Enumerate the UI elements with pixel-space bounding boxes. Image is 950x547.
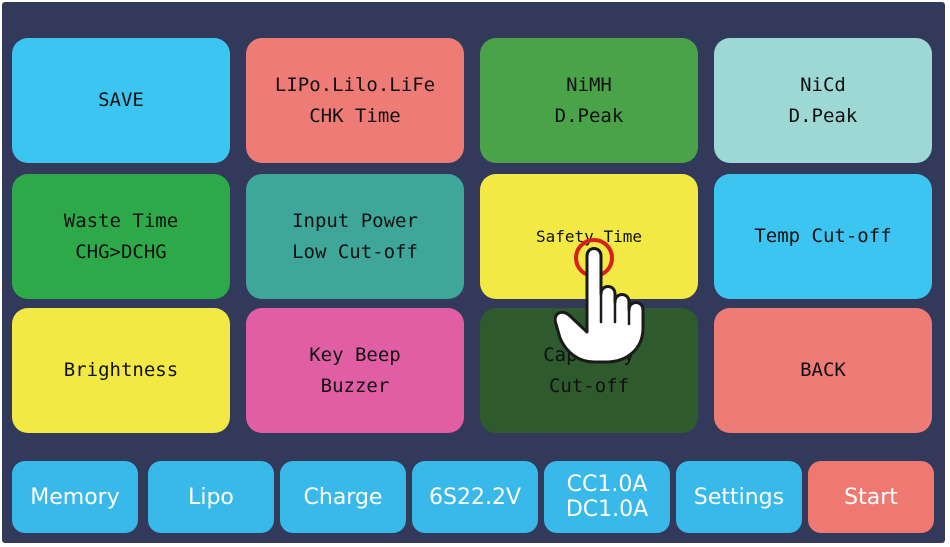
nimh-dpeak-label-2: D.Peak: [554, 104, 624, 127]
nicd-dpeak-button[interactable]: NiCd D.Peak: [714, 38, 932, 163]
input-power-cutoff-button[interactable]: Input Power Low Cut-off: [246, 174, 464, 299]
capacity-label-2: Cut-off: [548, 374, 630, 397]
settings-button[interactable]: Settings: [676, 461, 802, 533]
nimh-dpeak-label-1: NiMH: [566, 73, 612, 96]
save-label: SAVE: [98, 89, 144, 111]
waste-time-label-1: Waste Time: [63, 209, 179, 232]
memory-button[interactable]: Memory: [12, 461, 138, 533]
charge-current-label: CC1.0A: [566, 472, 648, 497]
key-beep-buzzer-button[interactable]: Key Beep Buzzer: [246, 308, 464, 433]
save-button[interactable]: SAVE: [12, 38, 230, 163]
battery-type-button[interactable]: Lipo: [148, 461, 274, 533]
key-beep-label-2: Buzzer: [320, 374, 390, 397]
cells-voltage-label: 6S22.2V: [429, 484, 521, 510]
input-power-label-2: Low Cut-off: [292, 240, 418, 263]
start-button[interactable]: Start: [808, 461, 934, 533]
cells-voltage-button[interactable]: 6S22.2V: [412, 461, 538, 533]
battery-type-label: Lipo: [188, 484, 234, 510]
temp-cutoff-label: Temp Cut-off: [754, 225, 892, 247]
waste-time-label-2: CHG>DCHG: [75, 240, 167, 263]
lipo-chk-time-label-2: CHK Time: [309, 104, 401, 127]
brightness-button[interactable]: Brightness: [12, 308, 230, 433]
settings-label: Settings: [693, 484, 785, 510]
back-button[interactable]: BACK: [714, 308, 932, 433]
temp-cutoff-button[interactable]: Temp Cut-off: [714, 174, 932, 299]
input-power-label-1: Input Power: [292, 209, 418, 232]
discharge-current-label: DC1.0A: [565, 497, 649, 522]
nicd-dpeak-label-2: D.Peak: [788, 104, 858, 127]
lipo-chk-time-button[interactable]: LIPo.Lilo.LiFe CHK Time: [246, 38, 464, 163]
brightness-label: Brightness: [63, 359, 179, 381]
memory-label: Memory: [30, 484, 120, 510]
nicd-dpeak-label-1: NiCd: [800, 73, 846, 96]
waste-time-button[interactable]: Waste Time CHG>DCHG: [12, 174, 230, 299]
back-label: BACK: [800, 359, 846, 381]
nimh-dpeak-button[interactable]: NiMH D.Peak: [480, 38, 698, 163]
mode-label: Charge: [303, 484, 383, 510]
lipo-chk-time-label-1: LIPo.Lilo.LiFe: [274, 73, 436, 96]
charger-screen: SAVE LIPo.Lilo.LiFe CHK Time NiMH D.Peak…: [2, 2, 945, 543]
key-beep-label-1: Key Beep: [309, 343, 401, 366]
current-button[interactable]: CC1.0A DC1.0A: [544, 461, 670, 533]
mode-button[interactable]: Charge: [280, 461, 406, 533]
start-label: Start: [844, 484, 898, 510]
hand-pointer-icon: [554, 238, 645, 364]
